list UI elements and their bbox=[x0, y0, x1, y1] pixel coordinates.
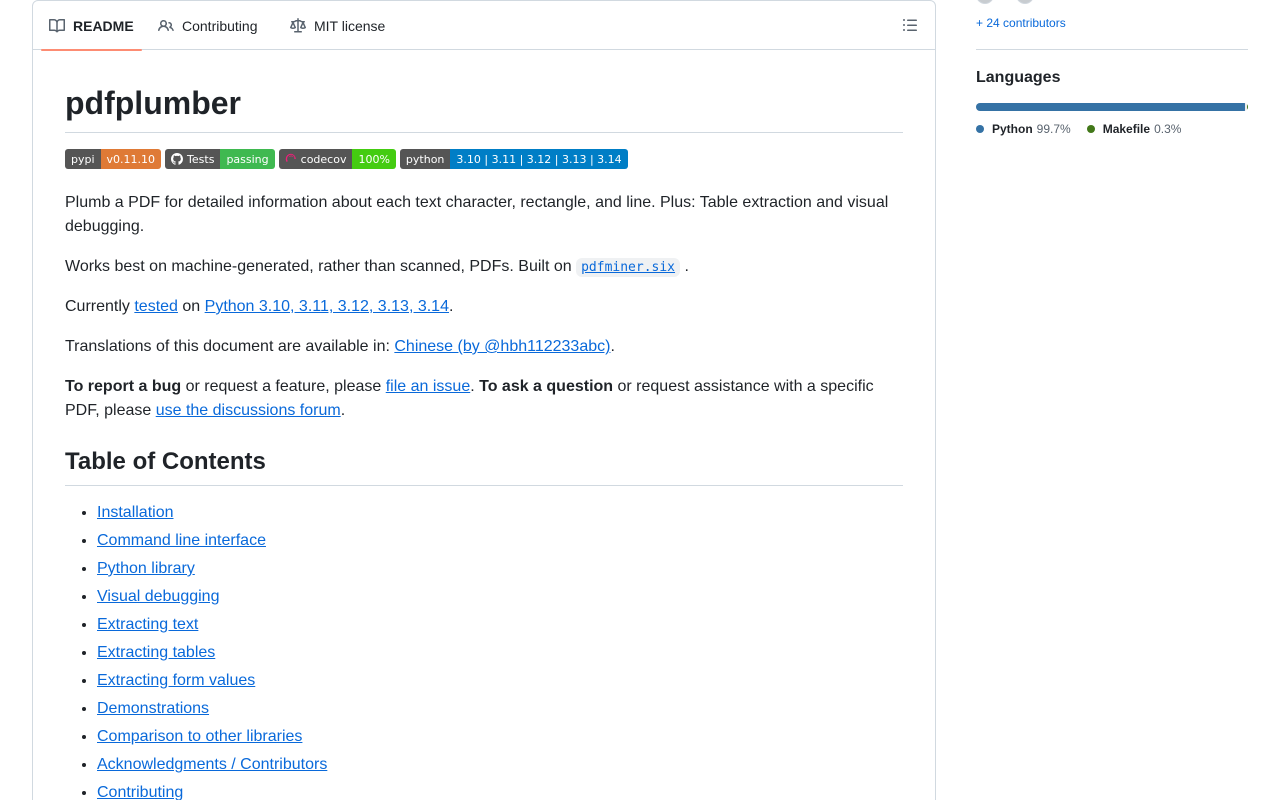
makefile-bar-segment bbox=[1247, 103, 1248, 111]
readme-built-on: Works best on machine-generated, rather … bbox=[65, 255, 903, 280]
languages-bar bbox=[976, 103, 1248, 111]
pypi-badge-value: v0.11.10 bbox=[100, 149, 162, 169]
codecov-badge-label: codecov bbox=[300, 152, 347, 166]
sidebar-divider bbox=[976, 49, 1248, 50]
discussions-forum-link[interactable]: use the discussions forum bbox=[156, 402, 341, 419]
toc-item: Command line interface bbox=[97, 529, 327, 557]
github-icon bbox=[171, 153, 184, 165]
toc-link-visual-debugging[interactable]: Visual debugging bbox=[97, 588, 219, 605]
language-name: Python bbox=[992, 122, 1033, 136]
more-contributors-link[interactable]: + 24 contributors bbox=[976, 16, 1066, 30]
tested-mid: on bbox=[177, 298, 205, 315]
language-name: Makefile bbox=[1102, 122, 1151, 136]
readme-tabbar: README Contributing MIT license bbox=[33, 1, 935, 51]
title-divider bbox=[65, 132, 903, 133]
file-issue-link[interactable]: file an issue bbox=[386, 378, 471, 395]
readme-report: To report a bug or request a feature, pl… bbox=[65, 375, 903, 423]
toc-link-demonstrations[interactable]: Demonstrations bbox=[97, 700, 209, 717]
tab-license-label: MIT license bbox=[314, 17, 386, 34]
readme-panel: README Contributing MIT license pdfplumb… bbox=[32, 0, 936, 800]
language-makefile[interactable]: Makefile 0.3% bbox=[1086, 122, 1182, 136]
ask-question-bold: To ask a question bbox=[479, 378, 614, 395]
book-icon bbox=[49, 18, 65, 32]
tab-readme[interactable]: README bbox=[41, 1, 142, 51]
pypi-badge[interactable]: pypi v0.11.10 bbox=[65, 149, 162, 169]
toc-link-form-values[interactable]: Extracting form values bbox=[97, 672, 255, 689]
translations-prefix: Translations of this document are availa… bbox=[65, 338, 395, 355]
tested-suffix: . bbox=[448, 298, 454, 315]
languages-heading: Languages bbox=[976, 69, 1061, 86]
language-percent: 0.3% bbox=[1154, 122, 1182, 136]
pdfminer-code: pdfminer.six bbox=[576, 258, 681, 277]
toc-item: Extracting form values bbox=[97, 669, 327, 697]
tab-contributing-label: Contributing bbox=[182, 17, 258, 34]
languages-list: Python 99.7% Makefile 0.3% bbox=[976, 122, 1197, 136]
toc-item: Demonstrations bbox=[97, 697, 327, 725]
pypi-badge-label: pypi bbox=[65, 149, 101, 169]
avatar[interactable] bbox=[976, 0, 994, 4]
toc-item: Installation bbox=[97, 501, 327, 529]
toc-item: Extracting text bbox=[97, 613, 327, 641]
tests-badge-left: Tests bbox=[165, 149, 221, 169]
codecov-badge-left: codecov bbox=[278, 149, 353, 169]
toc-link-python-library[interactable]: Python library bbox=[97, 560, 195, 577]
python-badge-value: 3.10 | 3.11 | 3.12 | 3.13 | 3.14 bbox=[450, 149, 628, 169]
law-icon bbox=[290, 17, 306, 32]
python-badge[interactable]: python 3.10 | 3.11 | 3.12 | 3.13 | 3.14 bbox=[399, 149, 628, 169]
python-color-dot bbox=[976, 125, 984, 133]
translations-suffix: . bbox=[610, 338, 615, 355]
toc-link-acknowledgments[interactable]: Acknowledgments / Contributors bbox=[97, 756, 327, 773]
toc-link-cli[interactable]: Command line interface bbox=[97, 532, 266, 549]
report-suffix: . bbox=[340, 402, 346, 419]
toc-item: Acknowledgments / Contributors bbox=[97, 753, 327, 781]
toc-item: Extracting tables bbox=[97, 641, 327, 669]
toc-heading: Table of Contents bbox=[65, 448, 266, 475]
report-text-1: or request a feature, please bbox=[181, 378, 386, 395]
codecov-icon bbox=[285, 153, 296, 162]
tests-badge[interactable]: Tests passing bbox=[165, 149, 275, 169]
toc-divider bbox=[65, 485, 903, 486]
toc-link-extracting-text[interactable]: Extracting text bbox=[97, 616, 198, 633]
toc-link-comparison[interactable]: Comparison to other libraries bbox=[97, 728, 302, 745]
language-percent: 99.7% bbox=[1036, 122, 1071, 136]
tested-prefix: Currently bbox=[65, 298, 135, 315]
contributor-avatars bbox=[976, 0, 1056, 4]
outline-list-icon[interactable] bbox=[902, 17, 918, 33]
toc-list: Installation Command line interface Pyth… bbox=[97, 501, 327, 800]
toc-item: Visual debugging bbox=[97, 585, 327, 613]
makefile-color-dot bbox=[1086, 125, 1095, 133]
report-bug-bold: To report a bug bbox=[65, 378, 182, 395]
report-text-2: . bbox=[470, 378, 480, 395]
python-badge-label: python bbox=[399, 149, 451, 169]
badge-row: pypi v0.11.10 Tests passing codecov 100%… bbox=[65, 149, 632, 169]
tab-readme-label: README bbox=[73, 17, 134, 34]
codecov-badge-value: 100% bbox=[352, 149, 396, 169]
chinese-translation-link[interactable]: Chinese (by @hbh112233abc) bbox=[394, 338, 610, 355]
tab-contributing[interactable]: Contributing bbox=[158, 1, 258, 50]
toc-link-extracting-tables[interactable]: Extracting tables bbox=[97, 644, 215, 661]
built-on-text: Works best on machine-generated, rather … bbox=[65, 258, 577, 275]
avatar[interactable] bbox=[1016, 0, 1034, 4]
readme-tested: Currently tested on Python 3.10, 3.11, 3… bbox=[65, 295, 903, 319]
python-bar-segment bbox=[976, 103, 1246, 111]
toc-link-contributing[interactable]: Contributing bbox=[97, 784, 183, 800]
readme-intro: Plumb a PDF for detailed information abo… bbox=[65, 194, 889, 235]
toc-item: Python library bbox=[97, 557, 327, 585]
codecov-badge[interactable]: codecov 100% bbox=[278, 149, 396, 169]
readme-translations: Translations of this document are availa… bbox=[65, 335, 903, 359]
pdfminer-link[interactable]: pdfminer.six bbox=[576, 258, 681, 277]
language-python[interactable]: Python 99.7% bbox=[976, 122, 1071, 136]
tab-license[interactable]: MIT license bbox=[290, 1, 385, 50]
tests-badge-label: Tests bbox=[187, 152, 215, 166]
readme-title: pdfplumber bbox=[65, 85, 241, 121]
toc-item: Contributing bbox=[97, 781, 327, 800]
tests-badge-value: passing bbox=[220, 149, 275, 169]
python-versions-link[interactable]: Python 3.10, 3.11, 3.12, 3.13, 3.14 bbox=[205, 298, 449, 315]
people-icon bbox=[158, 19, 174, 31]
toc-item: Comparison to other libraries bbox=[97, 725, 327, 753]
built-on-suffix: . bbox=[684, 258, 689, 275]
tested-link[interactable]: tested bbox=[134, 298, 178, 315]
toc-link-installation[interactable]: Installation bbox=[97, 504, 174, 521]
